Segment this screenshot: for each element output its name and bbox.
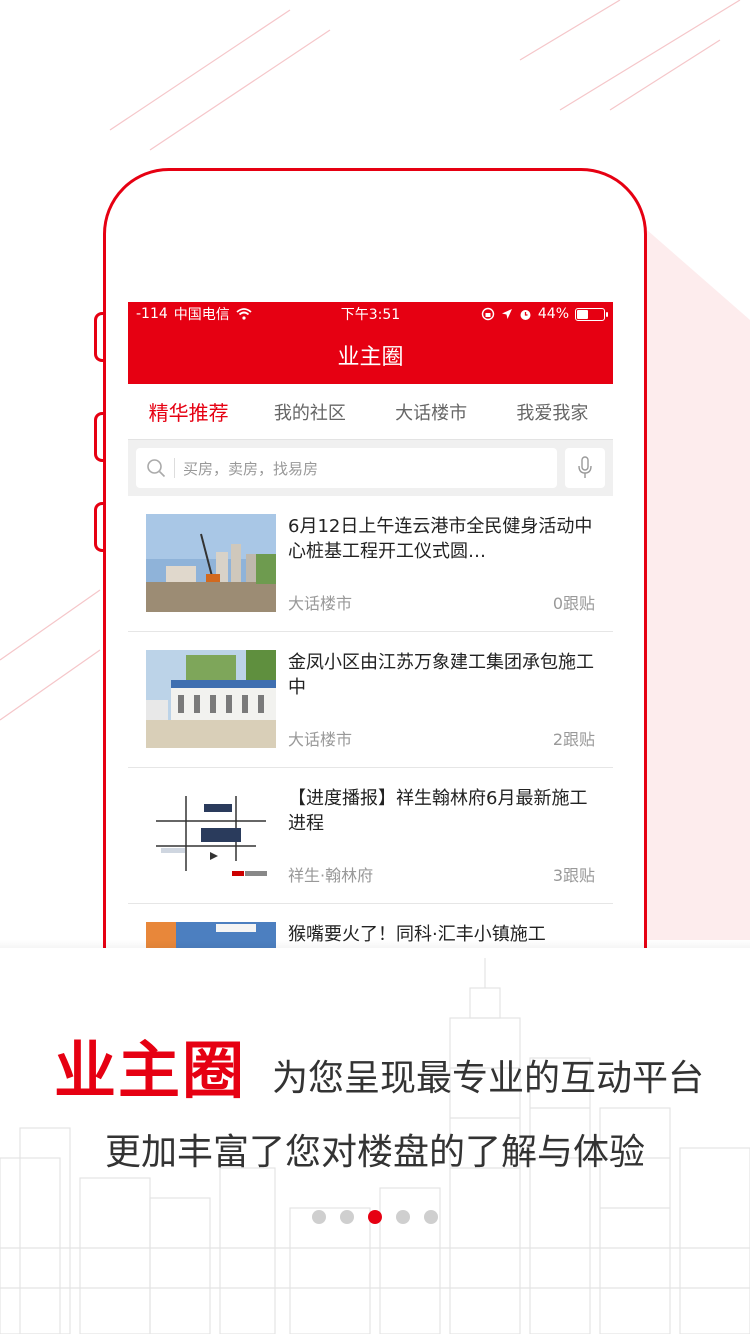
post-thumbnail: [146, 650, 276, 748]
post-reply-count: 0跟贴: [552, 594, 595, 613]
promo-panel: 业主圈 为您呈现最专业的互动平台 更加丰富了您对楼盘的了解与体验: [0, 948, 750, 1334]
post-title: 金凤小区由江苏万象建工集团承包施工中: [288, 652, 594, 698]
post-title: 6月12日上午连云港市全民健身活动中心桩基工程开工仪式圆…: [288, 516, 593, 562]
post-reply-count: 2跟贴: [552, 730, 595, 749]
post-list-item[interactable]: 6月12日上午连云港市全民健身活动中心桩基工程开工仪式圆… 大话楼市 0跟贴: [128, 496, 613, 632]
tab-featured[interactable]: 精华推荐: [128, 397, 249, 426]
tab-property-talk[interactable]: 大话楼市: [371, 399, 492, 425]
wifi-icon: [236, 308, 252, 320]
microphone-icon: [578, 456, 592, 478]
search-input[interactable]: 买房，卖房，找易房: [136, 448, 557, 488]
promo-slogan-line2: 更加丰富了您对楼盘的了解与体验: [104, 1132, 645, 1173]
tab-love-my-home[interactable]: 我爱我家: [492, 399, 613, 425]
tab-bar: 精华推荐 我的社区 大话楼市 我爱我家: [128, 384, 613, 440]
page-indicator-dot[interactable]: [340, 1210, 354, 1224]
battery-icon: [575, 307, 608, 321]
search-placeholder: 买房，卖房，找易房: [183, 459, 319, 478]
post-list-item[interactable]: 金凤小区由江苏万象建工集团承包施工中 大话楼市 2跟贴: [128, 632, 613, 768]
nav-bar: 业主圈: [128, 326, 613, 384]
page-indicator-dot[interactable]: [312, 1210, 326, 1224]
battery-percent: 44%: [537, 306, 569, 322]
carrier-name: 中国电信: [173, 307, 230, 323]
page-indicator: [0, 1210, 750, 1224]
page-indicator-dot[interactable]: [368, 1210, 382, 1224]
promo-slogan-line1: 为您呈现最专业的互动平台: [272, 1058, 705, 1099]
post-category: 大话楼市: [288, 730, 353, 749]
signal-strength: -114: [136, 306, 168, 322]
post-thumbnail: [146, 786, 276, 884]
promo-brand-title: 业主圈: [54, 1034, 247, 1107]
phone-screen: -114 中国电信 下午3:51 44% 业主圈 精华推荐 我的社区 大话楼市 …: [128, 302, 613, 948]
post-title: 【进度播报】祥生翰林府6月最新施工进程: [288, 788, 588, 834]
search-divider: [174, 458, 175, 478]
post-reply-count: 3跟贴: [552, 866, 595, 885]
post-category: 祥生·翰林府: [288, 866, 374, 885]
search-icon: [147, 459, 166, 478]
alarm-icon: [520, 309, 531, 320]
tab-my-community[interactable]: 我的社区: [249, 399, 370, 425]
post-thumbnail: [146, 514, 276, 612]
page-title: 业主圈: [337, 345, 404, 370]
voice-search-button[interactable]: [565, 448, 605, 488]
post-category: 大话楼市: [288, 594, 353, 613]
page-indicator-dot[interactable]: [396, 1210, 410, 1224]
location-icon: [501, 309, 512, 319]
status-bar: -114 中国电信 下午3:51 44%: [128, 302, 613, 326]
rotation-lock-icon: [481, 307, 495, 321]
post-list-item[interactable]: 【进度播报】祥生翰林府6月最新施工进程 祥生·翰林府 3跟贴: [128, 768, 613, 904]
page-indicator-dot[interactable]: [424, 1210, 438, 1224]
battery-fill: [577, 309, 588, 319]
search-bar: 买房，卖房，找易房: [128, 440, 613, 496]
